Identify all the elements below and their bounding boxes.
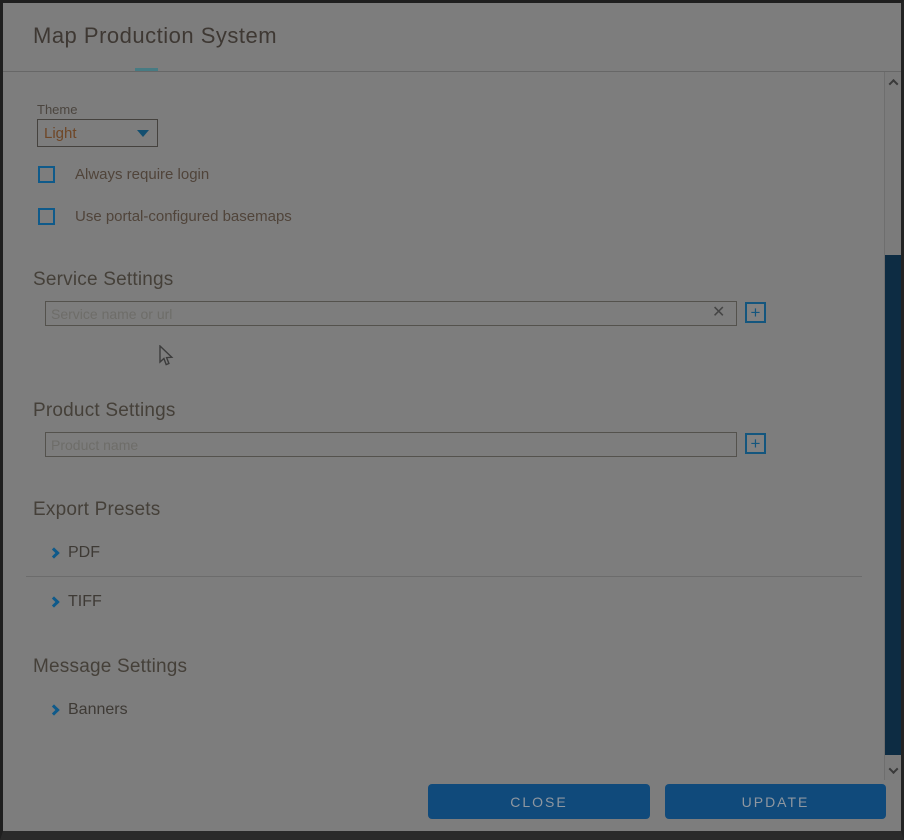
product-settings-heading: Product Settings: [33, 400, 176, 422]
clear-icon[interactable]: ✕: [712, 304, 725, 322]
titlebar-divider: [3, 71, 901, 72]
chevron-right-icon: [48, 547, 59, 558]
theme-selected-value: Light: [44, 125, 137, 142]
row-divider: [26, 576, 862, 577]
dialog-map-production-system: Map Production System Theme Light Always…: [0, 0, 904, 840]
page-title: Map Production System: [33, 23, 277, 49]
chevron-right-icon: [48, 596, 59, 607]
scroll-up-button[interactable]: [885, 72, 901, 92]
row-label: TIFF: [68, 593, 102, 611]
theme-label: Theme: [37, 102, 77, 117]
row-label: PDF: [68, 544, 100, 562]
chevron-up-icon: [888, 78, 898, 88]
close-button[interactable]: CLOSE: [428, 784, 650, 819]
chevron-right-icon: [48, 704, 59, 715]
product-name-input[interactable]: [45, 432, 737, 457]
add-product-button[interactable]: +: [745, 433, 766, 454]
checkbox-always-require-login[interactable]: [38, 166, 55, 183]
checkbox-label: Always require login: [75, 166, 209, 183]
plus-icon: +: [751, 435, 761, 452]
checkbox-portal-basemaps[interactable]: [38, 208, 55, 225]
expandable-row-banners[interactable]: Banners: [50, 701, 128, 719]
service-name-input[interactable]: [45, 301, 737, 326]
chevron-down-icon: [888, 764, 898, 774]
scrollbar-thumb[interactable]: [885, 255, 901, 755]
chevron-down-icon: [137, 130, 149, 137]
export-presets-heading: Export Presets: [33, 499, 160, 521]
add-service-button[interactable]: +: [745, 302, 766, 323]
service-settings-heading: Service Settings: [33, 269, 174, 291]
expandable-row-pdf[interactable]: PDF: [50, 544, 100, 562]
theme-dropdown[interactable]: Light: [37, 119, 158, 147]
expandable-row-tiff[interactable]: TIFF: [50, 593, 102, 611]
scroll-down-button[interactable]: [885, 760, 901, 780]
message-settings-heading: Message Settings: [33, 656, 187, 678]
scrolled-element-fragment: [135, 68, 158, 71]
vertical-scrollbar[interactable]: [884, 72, 901, 780]
row-label: Banners: [68, 701, 128, 719]
plus-icon: +: [751, 304, 761, 321]
checkbox-label: Use portal-configured basemaps: [75, 208, 292, 225]
mouse-cursor-icon: [158, 345, 175, 373]
update-button[interactable]: UPDATE: [665, 784, 886, 819]
